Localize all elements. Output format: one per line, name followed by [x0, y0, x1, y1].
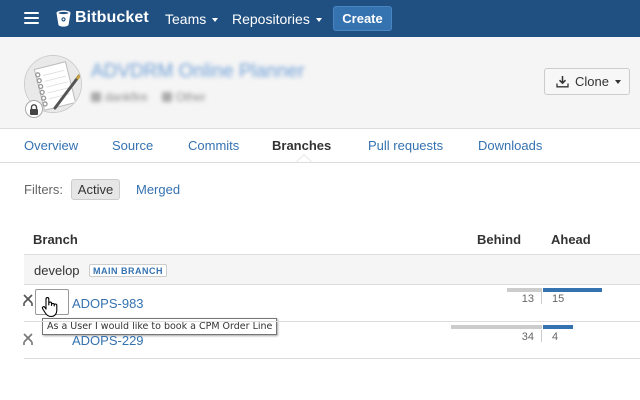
clone-label: Clone — [575, 74, 609, 89]
tab-source[interactable]: Source — [112, 138, 153, 153]
top-navigation-bar: Bitbucket Teams Repositories Create — [0, 0, 640, 37]
story-branch-icon — [23, 294, 33, 306]
teams-label: Teams — [165, 11, 207, 27]
lock-icon — [30, 103, 38, 115]
tab-pull-requests[interactable]: Pull requests — [368, 138, 443, 153]
bar-divider — [541, 292, 542, 304]
behind-bar — [451, 325, 542, 329]
main-branch-row: develop MAIN BRANCH — [24, 254, 640, 284]
menu-icon[interactable] — [24, 12, 39, 24]
repository-tabs: Overview Source Commits Branches Pull re… — [0, 129, 640, 163]
create-button[interactable]: Create — [333, 6, 392, 31]
ahead-column-header: Ahead — [551, 232, 591, 247]
tab-downloads[interactable]: Downloads — [478, 138, 542, 153]
bar-divider — [541, 330, 542, 342]
branch-column-header: Branch — [33, 232, 78, 247]
owner-name: dankfire — [105, 90, 148, 104]
repository-meta: dankfire Other — [91, 90, 206, 104]
behind-bar — [507, 288, 542, 292]
chevron-down-icon — [614, 80, 621, 84]
teams-menu[interactable]: Teams — [165, 11, 219, 27]
filter-merged-link[interactable]: Merged — [136, 182, 180, 197]
active-tab-pointer — [296, 154, 312, 162]
repositories-label: Repositories — [232, 11, 310, 27]
ahead-bar — [543, 288, 602, 292]
user-icon — [91, 92, 101, 102]
story-branch-icon — [23, 333, 33, 345]
language-name: Other — [175, 90, 206, 104]
language-icon — [161, 92, 172, 102]
tab-branches[interactable]: Branches — [272, 138, 331, 153]
chevron-down-icon — [315, 17, 322, 22]
repositories-menu[interactable]: Repositories — [232, 11, 322, 27]
bitbucket-bucket-icon — [56, 10, 71, 27]
bitbucket-logo[interactable]: Bitbucket — [56, 8, 149, 28]
main-branch-badge: MAIN BRANCH — [89, 264, 167, 277]
logo-text: Bitbucket — [75, 9, 149, 26]
repository-header: ADVDRM Online Planner dankfire Other Clo… — [0, 37, 640, 129]
repository-owner[interactable]: dankfire — [91, 90, 148, 104]
behind-column-header: Behind — [477, 232, 522, 247]
filter-active-button[interactable]: Active — [71, 179, 120, 200]
download-icon — [556, 76, 569, 88]
tab-overview[interactable]: Overview — [24, 138, 78, 153]
tab-commits[interactable]: Commits — [188, 138, 239, 153]
repository-language: Other — [161, 90, 206, 104]
branch-link[interactable]: ADOPS-229 — [72, 333, 144, 348]
behind-count: 34 — [521, 331, 534, 343]
filters-label: Filters: — [24, 182, 63, 197]
behind-count: 13 — [521, 293, 534, 305]
chevron-down-icon — [212, 17, 219, 22]
branch-link[interactable]: ADOPS-983 — [72, 296, 144, 311]
hand-cursor-icon — [41, 297, 58, 318]
private-lock-badge — [25, 100, 43, 118]
clone-button[interactable]: Clone — [544, 68, 630, 95]
repository-title[interactable]: ADVDRM Online Planner — [91, 61, 304, 83]
ahead-count: 4 — [552, 331, 559, 343]
ahead-count: 15 — [552, 293, 565, 305]
main-branch-name[interactable]: develop — [34, 263, 80, 278]
ahead-bar — [543, 325, 573, 329]
